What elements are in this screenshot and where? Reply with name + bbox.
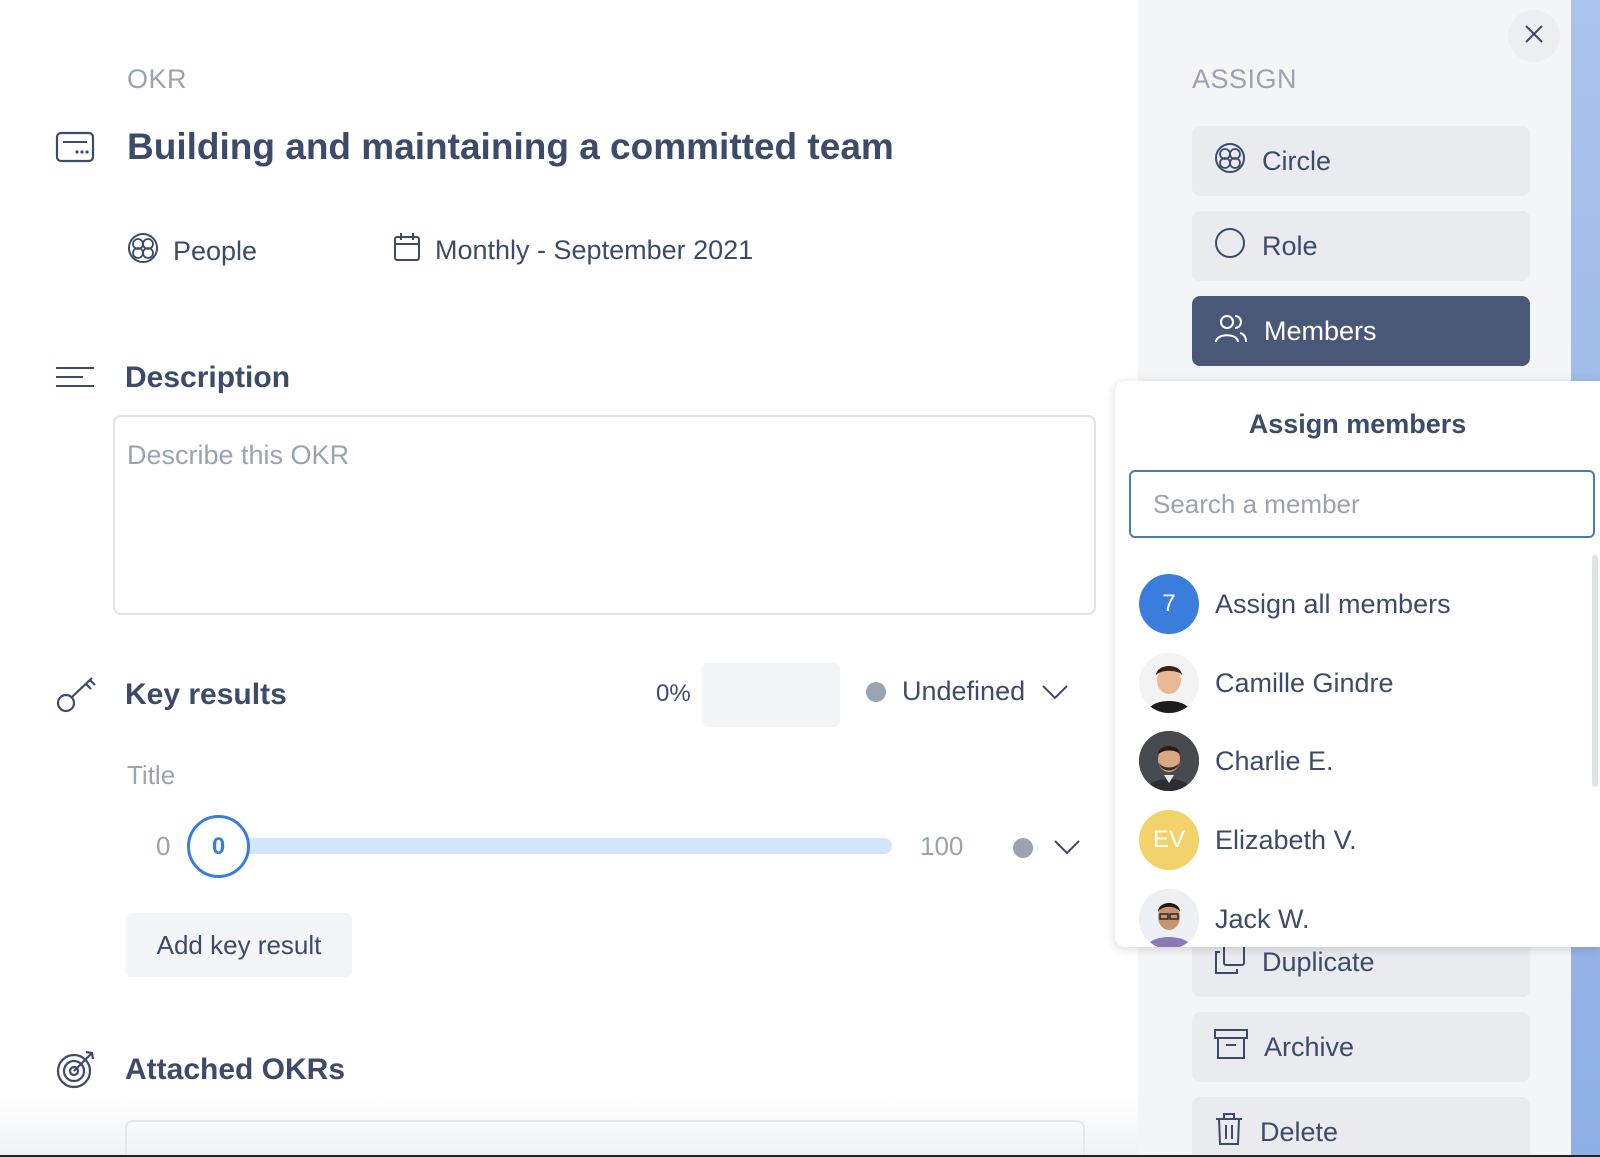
status-label: Undefined xyxy=(902,676,1026,706)
avatar: EV xyxy=(1139,810,1199,870)
member-name: Jack W. xyxy=(1215,903,1310,934)
slider-min-label: 0 xyxy=(156,831,171,861)
avatar xyxy=(1139,731,1199,791)
key-results-heading: Key results xyxy=(125,678,287,711)
description-placeholder: Describe this OKR xyxy=(127,440,350,470)
key-result-title[interactable]: Title xyxy=(127,760,175,791)
archive-label: Archive xyxy=(1264,1031,1355,1062)
description-heading: Description xyxy=(125,361,291,394)
member-item[interactable]: Camille Gindre xyxy=(1139,653,1394,713)
close-icon xyxy=(1523,23,1545,50)
duplicate-icon xyxy=(1214,943,1246,982)
kr-status-dot-icon xyxy=(1013,838,1033,858)
avatar xyxy=(1139,889,1199,947)
key-result-slider-knob[interactable]: 0 xyxy=(187,815,250,878)
delete-button[interactable]: Delete xyxy=(1192,1097,1530,1157)
avatar xyxy=(1139,653,1199,713)
assign-members-button[interactable]: Members xyxy=(1192,296,1530,366)
okr-period-label: Monthly - September 2021 xyxy=(435,235,754,265)
status-dropdown[interactable]: Undefined xyxy=(866,676,1069,707)
assign-heading: ASSIGN xyxy=(1192,64,1298,94)
role-circle-icon xyxy=(1214,227,1246,266)
attached-okrs-heading: Attached OKRs xyxy=(125,1053,346,1086)
target-icon xyxy=(55,1048,97,1095)
okr-circle-label: People xyxy=(173,236,258,266)
members-count-badge: 7 xyxy=(1139,574,1199,634)
members-icon xyxy=(1214,312,1248,351)
key-results-progress-label: 0% xyxy=(656,680,691,707)
assign-members-label: Members xyxy=(1264,315,1377,346)
bottom-fade xyxy=(0,1097,1138,1157)
key-result-slider-track[interactable] xyxy=(242,838,892,854)
assign-members-heading: Assign members xyxy=(1248,409,1467,439)
close-button[interactable] xyxy=(1508,10,1560,62)
assign-role-button[interactable]: Role xyxy=(1192,211,1530,281)
kr-status-chevron-icon[interactable] xyxy=(1053,839,1081,860)
slider-max-label: 100 xyxy=(920,831,964,861)
okr-section-label: OKR xyxy=(127,64,188,94)
assign-members-popup: Assign members 7 Assign all members Cami… xyxy=(1115,381,1600,947)
assign-role-label: Role xyxy=(1262,230,1318,261)
okr-period-chip[interactable]: Monthly - September 2021 xyxy=(393,232,753,269)
delete-label: Delete xyxy=(1260,1116,1339,1147)
member-item[interactable]: EV Elizabeth V. xyxy=(1139,810,1357,870)
circle-group-icon xyxy=(127,232,159,271)
text-lines-icon xyxy=(55,365,95,394)
okr-main-panel: OKR Building and maintaining a committed… xyxy=(0,0,1138,1157)
member-item[interactable]: Charlie E. xyxy=(1139,731,1334,791)
assign-all-label: Assign all members xyxy=(1215,588,1451,619)
member-name: Elizabeth V. xyxy=(1215,824,1357,855)
circle-group-icon xyxy=(1214,142,1246,181)
archive-icon xyxy=(1214,1028,1248,1067)
member-name: Camille Gindre xyxy=(1215,667,1394,698)
status-dot-icon xyxy=(866,681,886,702)
calendar-icon xyxy=(393,232,421,269)
okr-circle-chip[interactable]: People xyxy=(127,232,257,271)
chevron-down-icon xyxy=(1041,676,1069,707)
popup-scrollbar[interactable] xyxy=(1592,555,1598,787)
member-name: Charlie E. xyxy=(1215,745,1334,776)
key-results-progress-box xyxy=(702,663,840,727)
key-icon xyxy=(55,674,97,719)
add-key-result-button[interactable]: Add key result xyxy=(126,913,352,977)
archive-button[interactable]: Archive xyxy=(1192,1012,1530,1082)
okr-title[interactable]: Building and maintaining a committed tea… xyxy=(127,126,894,168)
assign-all-members-item[interactable]: 7 Assign all members xyxy=(1139,574,1451,634)
duplicate-label: Duplicate xyxy=(1262,946,1375,977)
member-item[interactable]: Jack W. xyxy=(1139,889,1310,947)
assign-circle-button[interactable]: Circle xyxy=(1192,126,1530,196)
trash-icon xyxy=(1214,1112,1244,1153)
assign-circle-label: Circle xyxy=(1262,145,1332,176)
search-member-input[interactable] xyxy=(1129,470,1595,538)
okr-card-icon xyxy=(55,131,95,168)
